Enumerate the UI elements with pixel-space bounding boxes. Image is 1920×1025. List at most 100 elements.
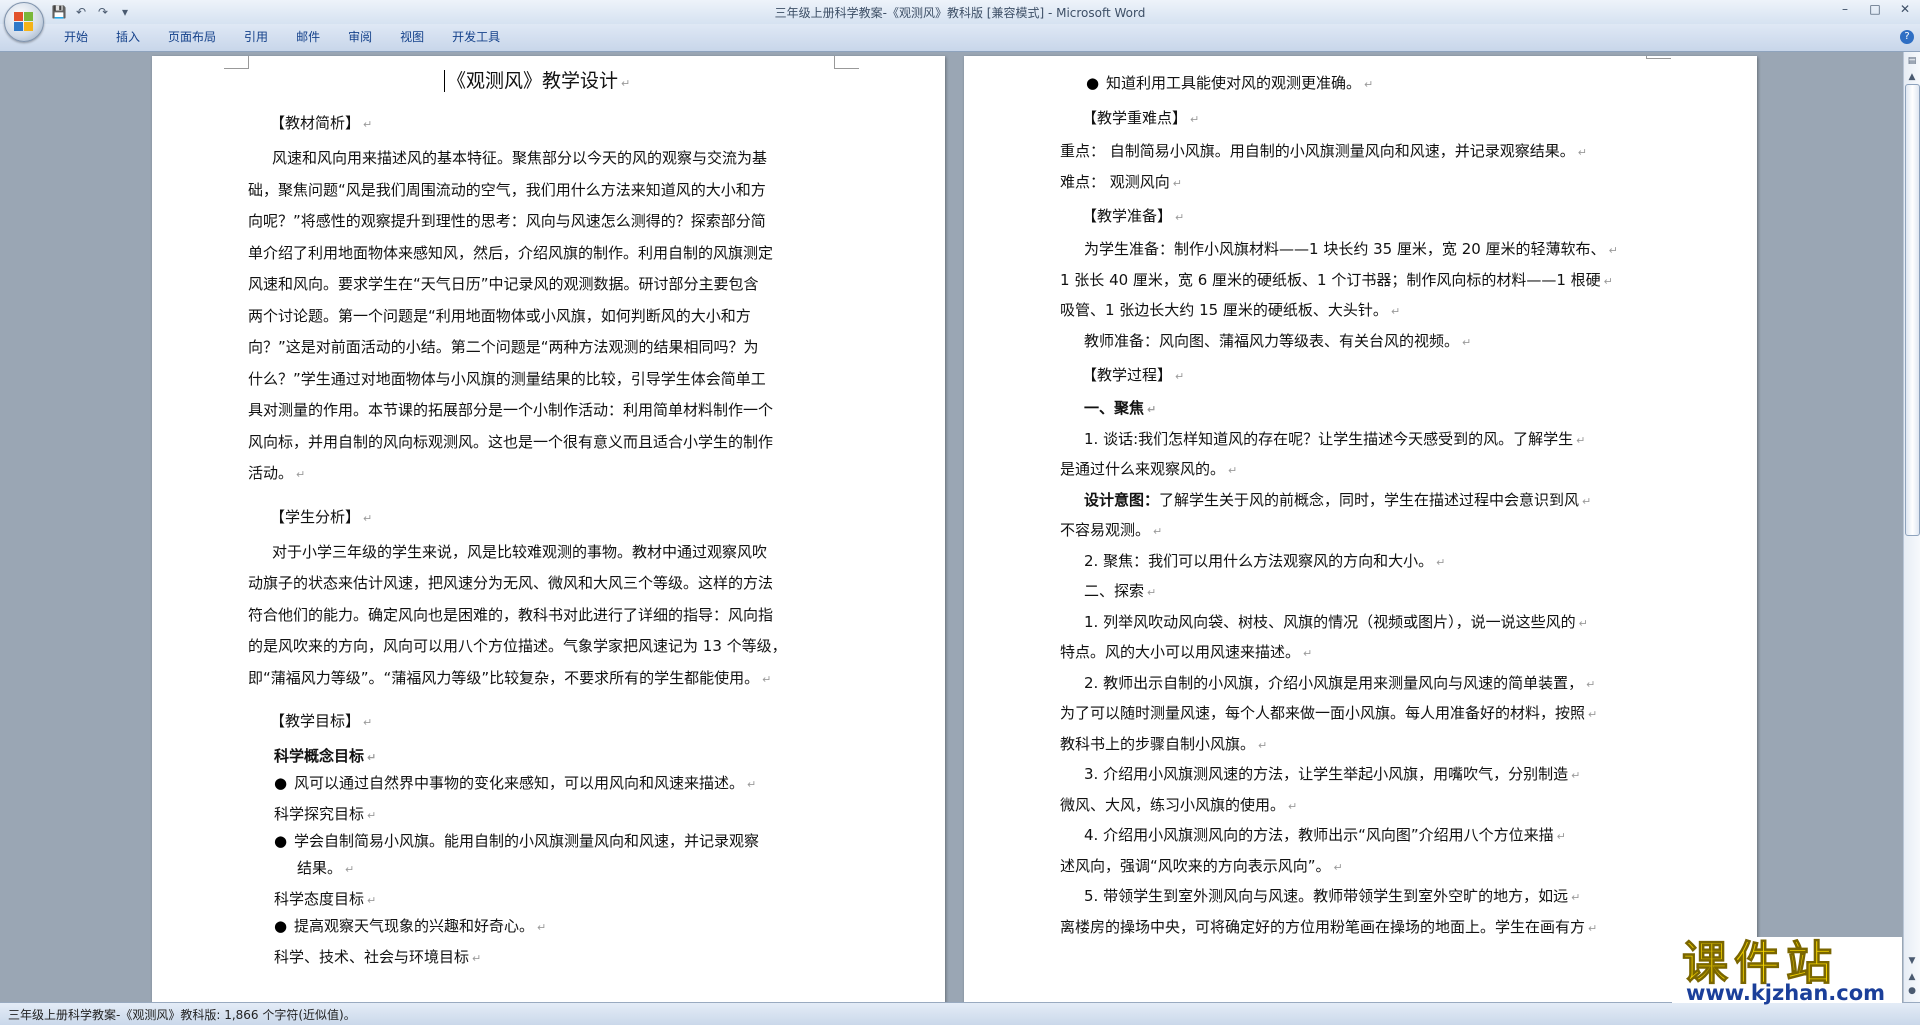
text-content: 1. 谈话:我们怎样知道风的存在呢？让学生描述今天感受到的风。了解学生 [1084, 429, 1574, 448]
paragraph-mark: ↵ [1571, 891, 1581, 904]
page-corner-mark [834, 56, 859, 69]
text-content: 础，聚焦问题“风是我们周围流动的空气，我们用什么方法来知道风的大小和方 [248, 180, 766, 199]
previous-page-icon[interactable]: ▲ [1905, 970, 1919, 984]
text-content: 【教学准备】 [1082, 207, 1173, 225]
scroll-down-icon[interactable]: ▼ [1905, 954, 1919, 968]
paragraph-mark: ↵ [1556, 830, 1566, 843]
ribbon-tab[interactable]: 开发工具 [438, 29, 514, 45]
bullet-text: 风可以通过自然界中事物的变化来感知，可以用风向和风速来描述。 ↵ [294, 768, 756, 800]
window-controls: – □ ✕ [1834, 2, 1916, 16]
status-word-count[interactable]: 三年级上册科学教案-《观测风》教科版: 1,866 个字符(近似值)。 [8, 1006, 356, 1023]
paragraph-line: 不容易观测。 ↵ [1060, 515, 1162, 547]
paragraph-line: 特点。风的大小可以用风速来描述。 ↵ [1060, 637, 1312, 669]
paragraph-line: 教师准备：风向图、蒲福风力等级表、有关台风的视频。 ↵ [1084, 326, 1471, 358]
paragraph-line: 3. 介绍用小风旗测风速的方法，让学生举起小风旗，用嘴吹气，分别制造 ↵ [1084, 759, 1580, 791]
text-content: 对于小学三年级的学生来说，风是比较难观测的事物。教材中通过观察风吹 [272, 542, 768, 561]
document-workspace: 《观测风》教学设计 ↵ 【教材简析】 ↵ 风速和风向用来描述风的基本特征。聚焦部分以今… [0, 52, 1904, 1003]
scrollbar-thumb[interactable] [1905, 84, 1920, 536]
paragraph-line: 述风向，强调“风吹来的方向表示风向”。 ↵ [1060, 851, 1343, 883]
text-content: 1 张长 40 厘米，宽 6 厘米的硬纸板、1 个订书器；制作风向标的材料——1… [1060, 270, 1601, 289]
section-heading: 【教学准备】 ↵ [1082, 201, 1184, 233]
paragraph-mark: ↵ [296, 468, 306, 481]
text-content: 单介绍了利用地面物体来感知风，然后，介绍风旗的制作。利用自制的风旗测定 [248, 243, 774, 262]
restore-icon[interactable]: □ [1864, 2, 1886, 16]
paragraph-mark: ↵ [1608, 244, 1618, 257]
minimize-icon[interactable]: – [1834, 2, 1856, 16]
ribbon-tab[interactable]: 开始 [50, 29, 102, 45]
document-page-1[interactable]: 《观测风》教学设计 ↵ 【教材简析】 ↵ 风速和风向用来描述风的基本特征。聚焦部分以今… [152, 56, 945, 1003]
paragraph-mark: ↵ [1582, 494, 1592, 508]
paragraph-line: 向呢？”将感性的观察提升到理性的思考：风向与风速怎么测得的？探索部分简 [248, 206, 766, 237]
ribbon-tab[interactable]: 引用 [230, 29, 282, 45]
paragraph-mark: ↵ [1462, 335, 1472, 349]
text-content: 4. 介绍用小风旗测风向的方法，教师出示“风向图”介绍用八个方位来描 [1084, 826, 1554, 844]
paragraph-mark: ↵ [1172, 176, 1182, 190]
scroll-up-icon[interactable]: ▲ [1905, 70, 1919, 84]
office-button[interactable] [4, 2, 44, 42]
text-content: 为学生准备：制作小风旗材料——1 块长约 35 厘米，宽 20 厘米的轻薄软布、 [1084, 240, 1606, 258]
ribbon: 开始 插入 页面布局 引用 邮件 审阅 视图 开发工具 ? [0, 24, 1920, 52]
text-content: 2. 教师出示自制的小风旗，介绍小风旗是用来测量风向与风速的简单装置， [1084, 673, 1584, 692]
ribbon-tab[interactable]: 页面布局 [154, 29, 230, 45]
paragraph-mark: ↵ [1190, 113, 1200, 126]
watermark-url: www.kjzhan.com [1686, 981, 1886, 1005]
section-heading: 【学生分析】 ↵ [270, 502, 372, 534]
text-content: 科学、技术、社会与环境目标 [274, 948, 470, 966]
paragraph-line: 离楼房的操场中央，可将确定好的方位用粉笔画在操场的地面上。学生在画有方 ↵ [1060, 912, 1597, 944]
paragraph-mark: ↵ [1603, 274, 1613, 288]
paragraph-line: 微风、大风，练习小风旗的使用。 ↵ [1060, 790, 1297, 822]
paragraph-mark: ↵ [345, 863, 355, 876]
paragraph-line: 活动。 ↵ [248, 458, 305, 490]
paragraph-line: 两个讨论题。第一个问题是“利用地面物体或小风旗，如何判断风的大小和方 [248, 301, 751, 332]
bullet-text: 提高观察天气现象的兴趣和好奇心。 ↵ [294, 911, 546, 943]
paragraph-mark: ↵ [1578, 616, 1588, 630]
paragraph-mark: ↵ [472, 952, 482, 965]
paragraph-line: 符合他们的能力。确定风向也是困难的，教科书对此进行了详细的指导：风向指 [248, 600, 773, 631]
ribbon-tab[interactable]: 插入 [102, 29, 154, 45]
text-content: 【教学过程】 [1082, 366, 1173, 384]
paragraph-line: 二、探索 ↵ [1084, 576, 1156, 608]
paragraph-line: 为学生准备：制作小风旗材料——1 块长约 35 厘米，宽 20 厘米的轻薄软布、… [1084, 234, 1618, 266]
paragraph-mark: ↵ [1175, 211, 1185, 224]
paragraph-mark: ↵ [1571, 769, 1581, 782]
paragraph-line: 风向标，并用自制的风向标观测风。这也是一个很有意义而且适合小学生的制作 [248, 427, 773, 458]
text-content: 科学探究目标 [274, 805, 365, 823]
section-heading: 【教学重难点】 ↵ [1082, 103, 1199, 135]
text-content: 一、聚焦 [1084, 399, 1145, 417]
select-browse-object-icon[interactable]: ● [1905, 984, 1919, 998]
paragraph-line: 对于小学三年级的学生来说，风是比较难观测的事物。教材中通过观察风吹 [272, 537, 767, 568]
paragraph-mark: ↵ [1303, 647, 1313, 660]
paragraph-line: 4. 介绍用小风旗测风向的方法，教师出示“风向图”介绍用八个方位来描 ↵ [1084, 820, 1566, 852]
paragraph-mark: ↵ [1147, 403, 1157, 416]
ruler-toggle-icon[interactable]: ▤ [1905, 54, 1919, 68]
text-content: 活动。 [248, 464, 294, 482]
paragraph-line: 单介绍了利用地面物体来感知风，然后，介绍风旗的制作。利用自制的风旗测定 [248, 238, 773, 269]
ribbon-tab[interactable]: 视图 [386, 29, 438, 45]
paragraph-line: 教科书上的步骤自制小风旗。 ↵ [1060, 729, 1267, 761]
close-icon[interactable]: ✕ [1894, 2, 1916, 16]
paragraph-line: 吸管、1 张边长大约 15 厘米的硬纸板、大头针。 ↵ [1060, 295, 1400, 327]
text-content: 了解学生关于风的前概念，同时，学生在描述过程中会意识到风 [1159, 490, 1580, 509]
help-icon[interactable]: ? [1900, 30, 1914, 44]
text-content: 风向标，并用自制的风向标观测风。这也是一个很有意义而且适合小学生的制作 [248, 432, 774, 451]
page-corner-mark [224, 56, 249, 69]
paragraph-mark: ↵ [363, 716, 373, 729]
paragraph-line: 为了可以随时测量风速，每个人都来做一面小风旗。每人用准备好的材料，按照 ↵ [1060, 698, 1597, 730]
ribbon-tab[interactable]: 邮件 [282, 29, 334, 45]
vertical-scrollbar[interactable]: ▤ ▲ ▼ ▲ ● [1903, 52, 1920, 1003]
bullet-icon: ● [274, 832, 288, 850]
ribbon-tab[interactable]: 审阅 [334, 29, 386, 45]
paragraph-line: 1. 列举风吹动风向袋、树枝、风旗的情况（视频或图片），说一说这些风的 ↵ [1084, 607, 1588, 639]
paragraph-line: 2. 教师出示自制的小风旗，介绍小风旗是用来测量风向与风速的简单装置， ↵ [1084, 668, 1595, 700]
paragraph-line: 什么？”学生通过对地面物体与小风旗的测量结果的比较，引导学生体会简单工 [248, 364, 766, 395]
text-content: 符合他们的能力。确定风向也是困难的，教科书对此进行了详细的指导：风向指 [248, 605, 774, 624]
window-title: 三年级上册科学教案-《观测风》教科版 [兼容模式] - Microsoft Wo… [774, 6, 1146, 20]
text-content: 【教学目标】 [270, 712, 361, 730]
text-content: 结果。 [297, 859, 343, 877]
paragraph-mark: ↵ [1436, 555, 1446, 569]
paragraph-line: 是通过什么来观察风的。 ↵ [1060, 454, 1237, 486]
document-page-2[interactable]: ● 知道利用工具能使对风的观测更准确。 ↵ 【教学重难点】 ↵ 重点： 自制简易小风旗。用… [964, 56, 1757, 1003]
text-content: 1. 列举风吹动风向袋、树枝、风旗的情况（视频或图片），说一说这些风的 [1084, 612, 1576, 631]
paragraph-mark: ↵ [747, 778, 757, 791]
ribbon-tabs: 开始 插入 页面布局 引用 邮件 审阅 视图 开发工具 [50, 29, 514, 45]
